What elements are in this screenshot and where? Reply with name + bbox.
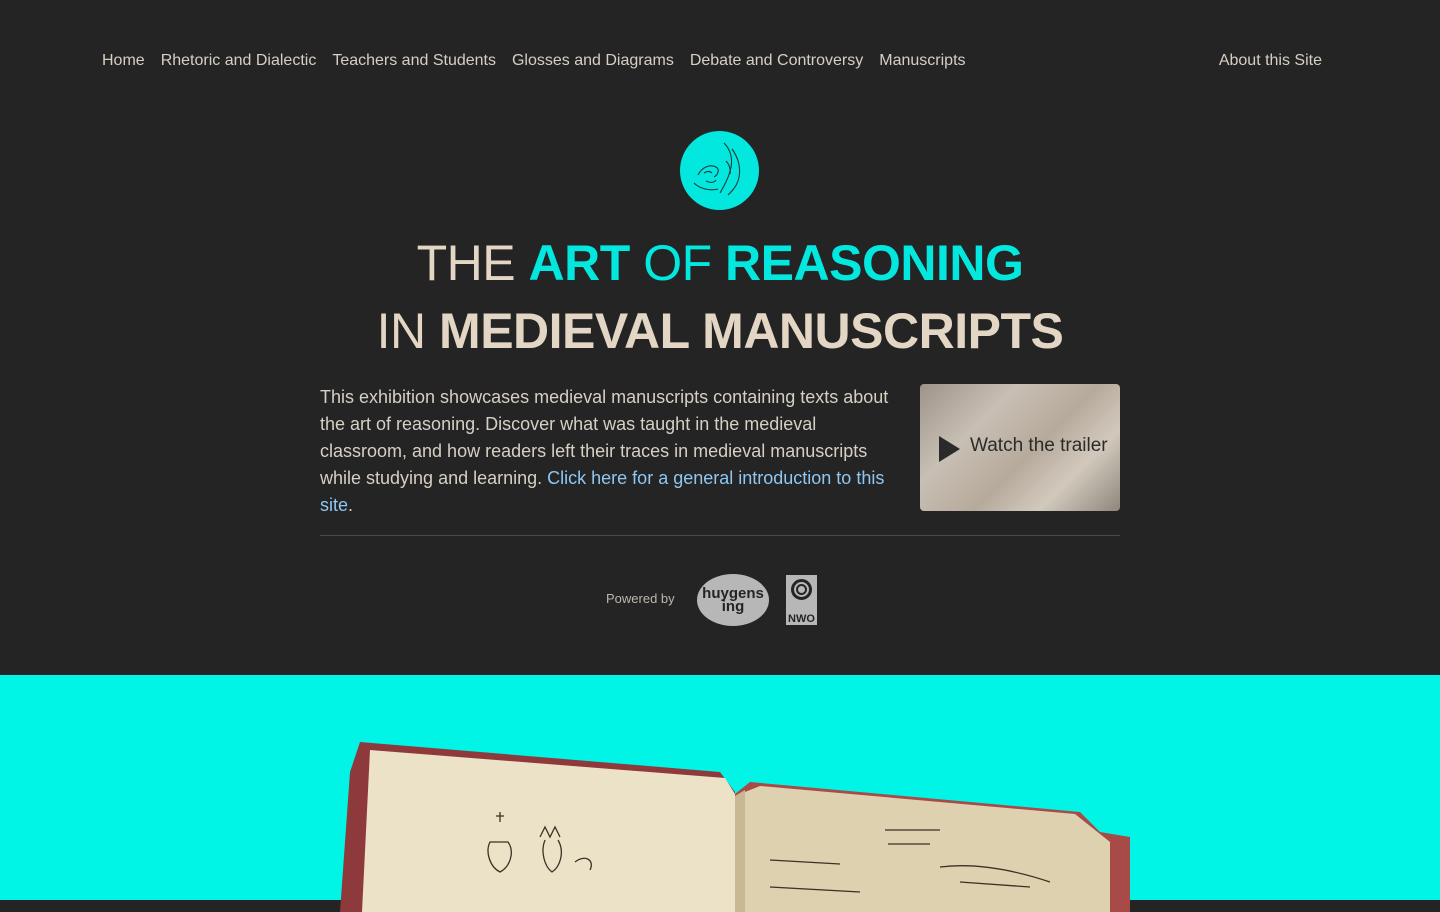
nwo-logo-text: NWO [788,613,815,625]
title-word-art: ART [528,235,631,291]
powered-by-label: Powered by [606,591,675,606]
title-word-of: OF [643,235,712,291]
site-logo[interactable] [680,131,759,210]
play-icon [939,436,960,462]
huygens-logo-text: huygens ing [702,585,764,615]
nav-about[interactable]: About this Site [1219,50,1322,72]
divider [320,535,1120,536]
title-line-2: IN MEDIEVAL MANUSCRIPTS [0,302,1440,360]
title-line-1: THE ART OF REASONING [0,234,1440,292]
title-word-in: IN [376,303,427,359]
title-word-the: THE [416,235,516,291]
intro-paragraph: This exhibition showcases medieval manus… [320,384,890,519]
nav-debate-controversy[interactable]: Debate and Controversy [690,50,863,72]
nwo-inner-ring-icon [796,584,807,595]
huygens-logo[interactable]: huygens ing [697,574,769,626]
face-sketch-icon [693,142,741,196]
trailer-button[interactable]: Watch the trailer [920,384,1120,511]
nav-teachers-students[interactable]: Teachers and Students [332,50,496,72]
nav-home[interactable]: Home [102,50,145,72]
main-nav: Home Rhetoric and Dialectic Teachers and S… [102,50,1322,74]
title-words-medieval-manuscripts: MEDIEVAL MANUSCRIPTS [439,303,1064,359]
nav-rhetoric-dialectic[interactable]: Rhetoric and Dialectic [161,50,317,72]
nav-glosses-diagrams[interactable]: Glosses and Diagrams [512,50,674,72]
intro-end: . [348,495,354,515]
nwo-logo[interactable]: NWO [786,575,817,625]
manuscript-book-image [340,742,1130,912]
title-word-reasoning: REASONING [725,235,1024,291]
nav-manuscripts[interactable]: Manuscripts [879,50,965,72]
trailer-label: Watch the trailer [970,435,1108,456]
